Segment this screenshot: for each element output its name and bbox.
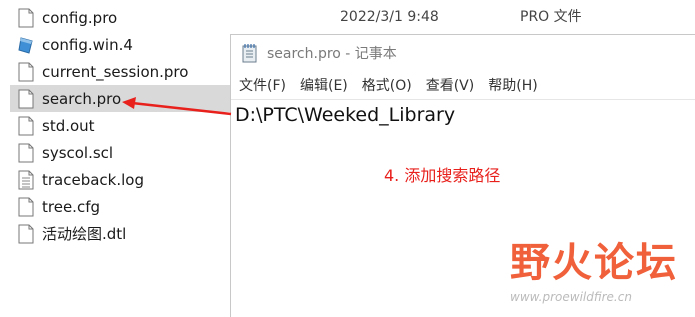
file-row-config-win-4[interactable]: config.win.4 xyxy=(10,31,235,58)
file-name: syscol.scl xyxy=(42,143,114,162)
file-name: 活动绘图.dtl xyxy=(42,225,127,243)
menu-edit[interactable]: 编辑(E) xyxy=(294,75,354,95)
file-name: tree.cfg xyxy=(42,197,100,216)
watermark-url: www.proewildfire.cn xyxy=(510,290,632,304)
menu-bar: 文件(F) 编辑(E) 格式(O) 查看(V) 帮助(H) xyxy=(231,71,695,100)
file-name: config.win.4 xyxy=(42,35,133,54)
file-row-tree-cfg[interactable]: tree.cfg xyxy=(10,193,235,220)
document-icon xyxy=(18,62,34,81)
file-row-config-pro[interactable]: config.pro xyxy=(10,4,235,31)
menu-help[interactable]: 帮助(H) xyxy=(482,75,543,95)
window-title: search.pro - 记事本 xyxy=(267,46,397,62)
file-type: PRO 文件 xyxy=(520,9,582,25)
file-modified-date: 2022/3/1 9:48 xyxy=(340,9,439,25)
watermark: 野火论坛 www.proewildfire.cn xyxy=(505,230,695,316)
file-row-current-session-pro[interactable]: current_session.pro xyxy=(10,58,235,85)
document-icon xyxy=(18,224,34,243)
menu-format[interactable]: 格式(O) xyxy=(356,75,418,95)
file-name: search.pro xyxy=(42,89,122,108)
notepad-icon xyxy=(242,44,257,63)
file-row-syscol-scl[interactable]: syscol.scl xyxy=(10,139,235,166)
editor-content: D:\PTC\Weeked_Library xyxy=(235,104,456,126)
document-icon xyxy=(18,197,34,216)
document-icon xyxy=(18,8,34,27)
menu-file[interactable]: 文件(F) xyxy=(233,75,292,95)
file-name: traceback.log xyxy=(42,170,144,189)
file-row-drawing-dtl[interactable]: 活动绘图.dtl xyxy=(10,220,235,247)
file-row-std-out[interactable]: std.out xyxy=(10,112,235,139)
file-name: std.out xyxy=(42,116,95,135)
win-config-icon xyxy=(18,36,33,54)
document-icon xyxy=(18,143,34,162)
file-row-traceback-log[interactable]: traceback.log xyxy=(10,166,235,193)
document-icon xyxy=(18,116,34,135)
menu-view[interactable]: 查看(V) xyxy=(420,75,481,95)
notepad-titlebar[interactable]: search.pro - 记事本 xyxy=(231,35,695,71)
file-name: config.pro xyxy=(42,8,118,27)
document-icon xyxy=(18,89,34,108)
file-row-search-pro[interactable]: search.pro xyxy=(10,85,235,112)
watermark-logo: 野火论坛 xyxy=(510,240,678,286)
text-document-icon xyxy=(18,170,34,189)
annotation-label: 4. 添加搜索路径 xyxy=(384,166,501,185)
file-name: current_session.pro xyxy=(42,62,189,81)
